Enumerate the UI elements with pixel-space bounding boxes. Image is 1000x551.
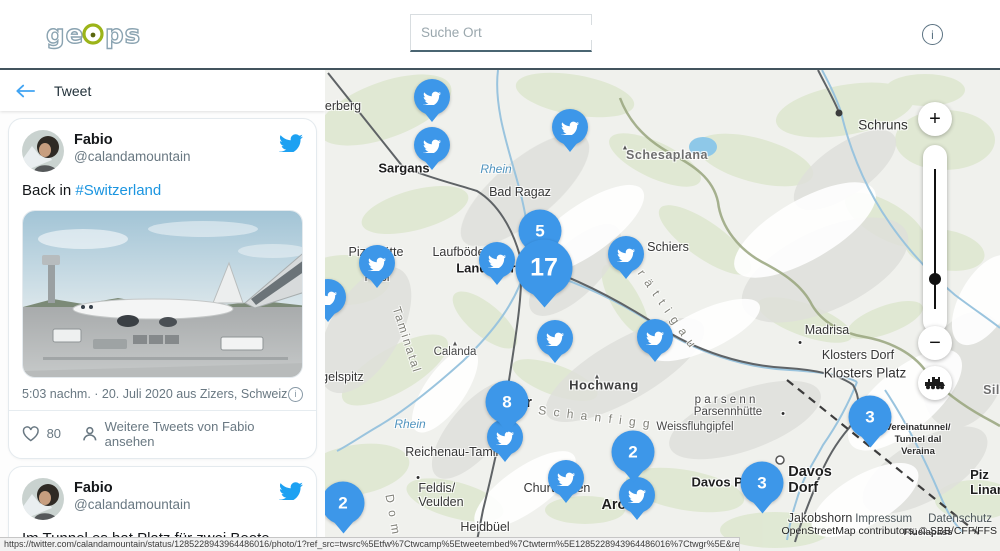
- avatar[interactable]: [22, 478, 64, 520]
- twitter-bird-icon: [423, 90, 441, 105]
- geops-logo[interactable]: ge ps: [46, 16, 146, 59]
- twitter-bird-icon: [325, 290, 337, 305]
- cluster-count: 3: [865, 407, 874, 427]
- tweet-timestamp[interactable]: 5:03 nachm. · 20. Juli 2020 aus Zizers, …: [22, 387, 287, 401]
- zoom-in-button[interactable]: +: [918, 102, 952, 136]
- tweet-author-handle[interactable]: @calandamountain: [74, 497, 279, 512]
- tweet-marker[interactable]: [537, 320, 573, 356]
- train-layer-button[interactable]: [918, 366, 952, 400]
- twitter-bird-icon: [646, 330, 664, 345]
- cluster-marker[interactable]: 3: [741, 462, 784, 505]
- tweet-marker[interactable]: [414, 127, 450, 163]
- tweet-marker[interactable]: [414, 79, 450, 115]
- tweet-sidebar: Tweet Fabio @calandamountain: [0, 70, 325, 551]
- twitter-bird-icon: [557, 471, 575, 486]
- cluster-count: 2: [338, 493, 347, 513]
- app-header: ge ps i: [0, 0, 1000, 70]
- cluster-marker[interactable]: 2: [612, 431, 655, 474]
- heart-icon[interactable]: [22, 426, 40, 442]
- tweet-marker[interactable]: [325, 279, 346, 315]
- search-box: [410, 14, 592, 52]
- tweet-marker[interactable]: [637, 319, 673, 355]
- twitter-bird-icon: [617, 247, 635, 262]
- cluster-marker[interactable]: 3: [849, 396, 892, 439]
- twitter-bird-icon: [561, 120, 579, 135]
- tweet-photo-airport[interactable]: [22, 210, 303, 378]
- logo-o-dot: [91, 33, 96, 38]
- cluster-count: 5: [535, 221, 544, 241]
- tweet-marker[interactable]: [548, 460, 584, 496]
- twitter-bird-icon: [628, 488, 646, 503]
- minus-icon: −: [929, 332, 941, 355]
- zoom-slider-thumb[interactable]: [929, 273, 941, 285]
- twitter-bird-icon: [546, 331, 564, 346]
- cluster-marker[interactable]: 2: [325, 482, 365, 525]
- hashtag-link[interactable]: #Switzerland: [75, 182, 161, 199]
- zoom-out-button[interactable]: −: [918, 326, 952, 360]
- arrow-left-icon: [15, 83, 35, 99]
- back-button[interactable]: [14, 80, 36, 102]
- person-icon: [82, 426, 98, 442]
- cluster-marker[interactable]: 8: [486, 381, 529, 424]
- tweet-text: Back in #Switzerland: [22, 181, 303, 201]
- steam-train-icon: [924, 375, 946, 391]
- twitter-bird-icon[interactable]: [279, 480, 303, 500]
- map-attribution: OpenStreetMap contributors, © SBB/CFF/FF…: [782, 525, 997, 537]
- avatar[interactable]: [22, 130, 64, 172]
- cluster-count: 17: [530, 254, 558, 283]
- map-marker-layer: 5 8 2 2 3 3 17: [325, 70, 1000, 551]
- browser-status-bar: https://twitter.com/calandamountain/stat…: [0, 537, 740, 551]
- tweet-marker[interactable]: [552, 109, 588, 145]
- zoom-slider[interactable]: [923, 145, 947, 333]
- cluster-marker[interactable]: 17: [516, 240, 573, 297]
- datenschutz-link[interactable]: Datenschutz: [928, 513, 992, 525]
- twitter-bird-icon: [368, 256, 386, 271]
- plus-icon: +: [929, 108, 941, 131]
- tweet-marker[interactable]: [479, 242, 515, 278]
- like-count: 80: [47, 426, 61, 441]
- twitter-bird-icon: [488, 253, 506, 268]
- more-tweets-link[interactable]: Weitere Tweets von Fabio ansehen: [105, 419, 303, 449]
- sidebar-titlebar: Tweet: [0, 70, 325, 111]
- zoom-slider-track: [934, 169, 936, 309]
- tweet-author-name[interactable]: Fabio: [74, 132, 279, 148]
- logo-text-ge: ge: [46, 20, 84, 50]
- logo-text-ps: ps: [105, 20, 141, 50]
- search-input[interactable]: [421, 25, 598, 40]
- impressum-link[interactable]: Impressum: [855, 513, 912, 525]
- tweet-marker[interactable]: [608, 236, 644, 272]
- sidebar-title: Tweet: [54, 83, 91, 99]
- twitter-bird-icon: [423, 138, 441, 153]
- info-button[interactable]: i: [922, 24, 943, 45]
- tweet-card[interactable]: Fabio @calandamountain Back in #Switzerl…: [8, 118, 317, 459]
- tweet-marker[interactable]: [359, 245, 395, 281]
- cluster-count: 3: [757, 473, 766, 493]
- twitter-bird-icon[interactable]: [279, 132, 303, 152]
- app-window: erbergSargansRheinBad RagazSchruns▲Sches…: [0, 0, 1000, 551]
- tweet-author-name[interactable]: Fabio: [74, 480, 279, 496]
- legal-links: Impressum Datenschutz: [855, 513, 992, 525]
- map-canvas[interactable]: erbergSargansRheinBad RagazSchruns▲Sches…: [325, 70, 1000, 551]
- tweet-author-handle[interactable]: @calandamountain: [74, 149, 279, 164]
- cluster-count: 8: [502, 392, 511, 412]
- tweet-info-icon[interactable]: i: [288, 387, 303, 402]
- cluster-count: 2: [628, 442, 637, 462]
